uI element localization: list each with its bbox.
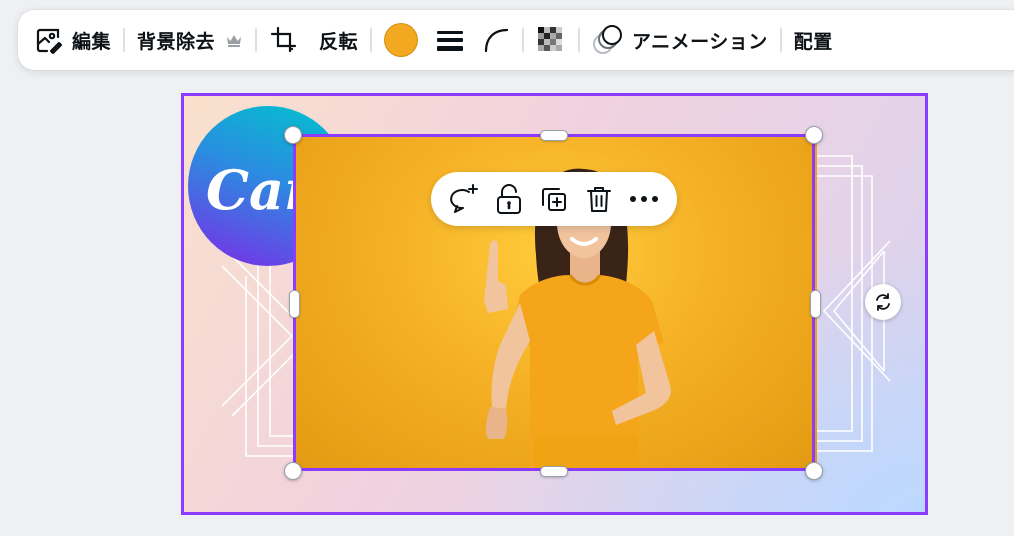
floating-element-toolbar: [431, 172, 677, 226]
rotate-button[interactable]: [865, 284, 901, 320]
toolbar-divider: [578, 28, 581, 52]
toolbar-divider: [522, 28, 525, 52]
lock-button[interactable]: [489, 179, 529, 219]
crop-icon: [269, 25, 299, 55]
resize-handle-top-left[interactable]: [284, 126, 302, 144]
lock-icon: [495, 183, 523, 215]
image-edit-icon: [34, 25, 64, 55]
toolbar-divider: [779, 28, 782, 52]
delete-button[interactable]: [579, 179, 619, 219]
duplicate-button[interactable]: [534, 179, 574, 219]
animate-label: アニメーション: [632, 30, 768, 53]
crop-button[interactable]: [269, 20, 299, 60]
resize-handle-top-right[interactable]: [805, 126, 823, 144]
resize-handle-bottom-left[interactable]: [284, 462, 302, 480]
transparency-icon: [536, 25, 566, 55]
background-remover-label: 背景除去: [137, 30, 216, 53]
duplicate-icon: [539, 184, 569, 214]
toolbar-divider: [123, 28, 126, 52]
edit-button[interactable]: 編集: [34, 20, 111, 60]
background-remover-button[interactable]: 背景除去: [137, 20, 243, 60]
color-button[interactable]: [384, 20, 419, 60]
corner-rounding-icon: [482, 26, 510, 54]
corner-rounding-button[interactable]: [482, 20, 510, 60]
resize-handle-left[interactable]: [289, 290, 300, 318]
color-swatch: [384, 23, 419, 57]
flip-button[interactable]: 反転: [319, 20, 358, 60]
flip-label: 反転: [319, 30, 359, 53]
resize-handle-bottom[interactable]: [540, 466, 568, 477]
arrange-label: 配置: [793, 30, 833, 53]
border-style-icon: [436, 28, 464, 52]
edit-label: 編集: [72, 30, 112, 53]
resize-handle-bottom-right[interactable]: [805, 462, 823, 480]
more-icon: [629, 195, 659, 203]
add-comment-button[interactable]: [444, 179, 484, 219]
animate-button[interactable]: アニメーション: [592, 20, 768, 60]
context-toolbar: 編集 背景除去 反転 アニメーション 配置: [18, 10, 1014, 70]
trash-icon: [585, 184, 613, 214]
transparency-button[interactable]: [536, 20, 566, 60]
comment-add-icon: [447, 183, 481, 215]
toolbar-divider: [370, 28, 373, 52]
crown-icon: [225, 32, 243, 48]
rotate-icon: [873, 292, 893, 312]
resize-handle-top[interactable]: [540, 130, 568, 141]
toolbar-divider: [255, 28, 258, 52]
arrange-button[interactable]: 配置: [794, 20, 833, 60]
border-style-button[interactable]: [436, 20, 464, 60]
animate-icon: [592, 24, 624, 56]
resize-handle-right[interactable]: [810, 290, 821, 318]
more-button[interactable]: [624, 179, 664, 219]
